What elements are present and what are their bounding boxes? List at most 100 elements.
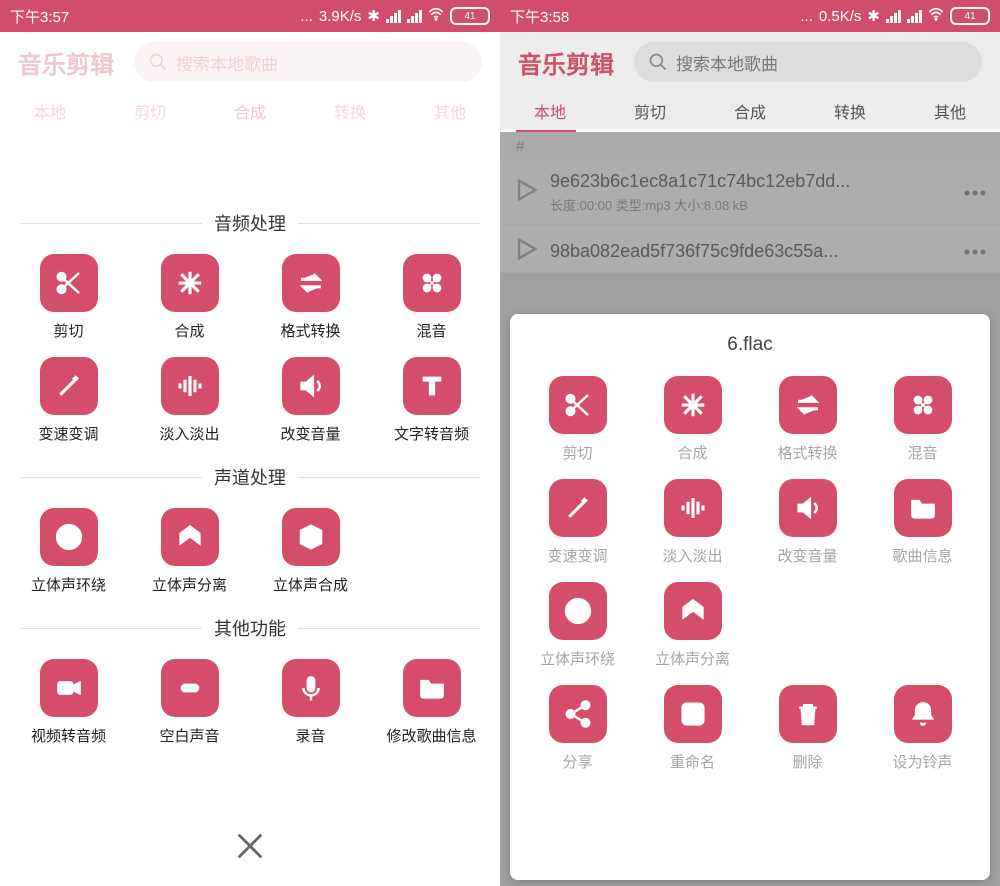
sheet-surround[interactable]: 立体声环绕 [520, 576, 635, 679]
volume-icon [282, 357, 340, 415]
tab-merge[interactable]: 合成 [734, 99, 766, 123]
split-icon [161, 508, 219, 566]
tab-conv[interactable]: 转换 [834, 99, 866, 123]
sheet-ringtone[interactable]: 设为铃声 [865, 679, 980, 782]
sheet-volume[interactable]: 改变音量 [750, 473, 865, 576]
sheet-merge[interactable]: 合成 [635, 370, 750, 473]
close-button[interactable] [0, 829, 500, 868]
tool-format[interactable]: 格式转换 [250, 248, 371, 351]
sheet-share[interactable]: 分享 [520, 679, 635, 782]
trash-icon [779, 685, 837, 743]
bell-icon [894, 685, 952, 743]
text-icon [403, 357, 461, 415]
app-title: 音乐剪辑 [18, 45, 114, 80]
swap-icon [779, 376, 837, 434]
phone-right: 下午3:58 ... 0.5K/s ✱ 41 音乐剪辑 搜索本地歌曲 本地 剪切… [500, 0, 1000, 886]
tabs: 本地 剪切 合成 转换 其他 [0, 92, 500, 130]
sheet-format[interactable]: 格式转换 [750, 370, 865, 473]
tab-cut[interactable]: 剪切 [634, 99, 666, 123]
status-time: 下午3:58 [510, 6, 569, 27]
signal-icon [886, 9, 901, 23]
sheet-speed[interactable]: 变速变调 [520, 473, 635, 576]
sheet-info[interactable]: 歌曲信息 [865, 473, 980, 576]
tool-fade[interactable]: 淡入淡出 [129, 351, 250, 454]
tab-conv[interactable]: 转换 [334, 99, 366, 123]
video-icon [40, 659, 98, 717]
battery-icon: 41 [450, 7, 490, 25]
sheet-delete[interactable]: 删除 [750, 679, 865, 782]
tab-local[interactable]: 本地 [534, 99, 566, 123]
sheet-split[interactable]: 立体声分离 [635, 576, 750, 679]
tool-tts[interactable]: 文字转音频 [371, 351, 492, 454]
tool-merge[interactable]: 合成 [129, 248, 250, 351]
tab-local[interactable]: 本地 [34, 99, 66, 123]
tab-cut[interactable]: 剪切 [134, 99, 166, 123]
wand-icon [549, 479, 607, 537]
surround-icon [549, 582, 607, 640]
sheet-cut[interactable]: 剪切 [520, 370, 635, 473]
tool-editinfo[interactable]: 修改歌曲信息 [371, 653, 492, 756]
tool-combine[interactable]: 立体声合成 [250, 502, 371, 605]
app-title: 音乐剪辑 [518, 45, 614, 80]
tool-cut[interactable]: 剪切 [8, 248, 129, 351]
fade-icon [664, 479, 722, 537]
swap-icon [282, 254, 340, 312]
wand-icon [40, 357, 98, 415]
sheet-title: 6.flac [516, 334, 984, 356]
tabs: 本地 剪切 合成 转换 其他 [500, 92, 1000, 130]
tool-speed[interactable]: 变速变调 [8, 351, 129, 454]
tool-record[interactable]: 录音 [250, 653, 371, 756]
split-icon [664, 582, 722, 640]
tool-surround[interactable]: 立体声环绕 [8, 502, 129, 605]
mix-icon [403, 254, 461, 312]
signal-icon [907, 9, 922, 23]
tab-other[interactable]: 其他 [434, 99, 466, 123]
bluetooth-icon: ✱ [367, 7, 380, 25]
phone-left: 下午3:57 ... 3.9K/s ✱ 41 音乐剪辑 搜索本地歌曲 本地 剪切… [0, 0, 500, 886]
action-sheet: 6.flac 剪切 合成 格式转换 混音 变速变调 淡入淡出 改变音量 歌曲信息… [510, 314, 990, 880]
mic-icon [282, 659, 340, 717]
signal-icon [407, 9, 422, 23]
status-bar: 下午3:58 ... 0.5K/s ✱ 41 [500, 0, 1000, 32]
sheet-rename[interactable]: 重命名 [635, 679, 750, 782]
merge-icon [664, 376, 722, 434]
scissors-icon [40, 254, 98, 312]
net-speed: 0.5K/s [819, 8, 862, 25]
tool-blank[interactable]: 空白声音 [129, 653, 250, 756]
wifi-icon [928, 7, 944, 25]
net-speed: 3.9K/s [319, 8, 362, 25]
folder-icon [894, 479, 952, 537]
folder-icon [403, 659, 461, 717]
status-bar: 下午3:57 ... 3.9K/s ✱ 41 [0, 0, 500, 32]
cube-icon [282, 508, 340, 566]
tab-other[interactable]: 其他 [934, 99, 966, 123]
surround-icon [40, 508, 98, 566]
signal-icon [386, 9, 401, 23]
bluetooth-icon: ✱ [867, 7, 880, 25]
volume-icon [779, 479, 837, 537]
wifi-icon [428, 7, 444, 25]
status-time: 下午3:57 [10, 6, 69, 27]
section-audio-title: 音频处理 [20, 210, 480, 236]
edit-icon [664, 685, 722, 743]
tool-volume[interactable]: 改变音量 [250, 351, 371, 454]
share-icon [549, 685, 607, 743]
section-channel-title: 声道处理 [20, 464, 480, 490]
mix-icon [894, 376, 952, 434]
fade-icon [161, 357, 219, 415]
header: 音乐剪辑 搜索本地歌曲 [500, 32, 1000, 92]
tab-merge[interactable]: 合成 [234, 99, 266, 123]
search-input[interactable]: 搜索本地歌曲 [634, 42, 982, 82]
battery-icon: 41 [950, 7, 990, 25]
tool-split[interactable]: 立体声分离 [129, 502, 250, 605]
merge-icon [161, 254, 219, 312]
section-other-title: 其他功能 [20, 615, 480, 641]
tool-mix[interactable]: 混音 [371, 248, 492, 351]
scissors-icon [549, 376, 607, 434]
search-placeholder: 搜索本地歌曲 [176, 50, 278, 75]
tools-panel: 音频处理 剪切 合成 格式转换 混音 变速变调 淡入淡出 改变音量 文字转音频 … [0, 200, 500, 886]
sheet-mix[interactable]: 混音 [865, 370, 980, 473]
search-input[interactable]: 搜索本地歌曲 [134, 42, 482, 82]
tool-video2audio[interactable]: 视频转音频 [8, 653, 129, 756]
sheet-fade[interactable]: 淡入淡出 [635, 473, 750, 576]
